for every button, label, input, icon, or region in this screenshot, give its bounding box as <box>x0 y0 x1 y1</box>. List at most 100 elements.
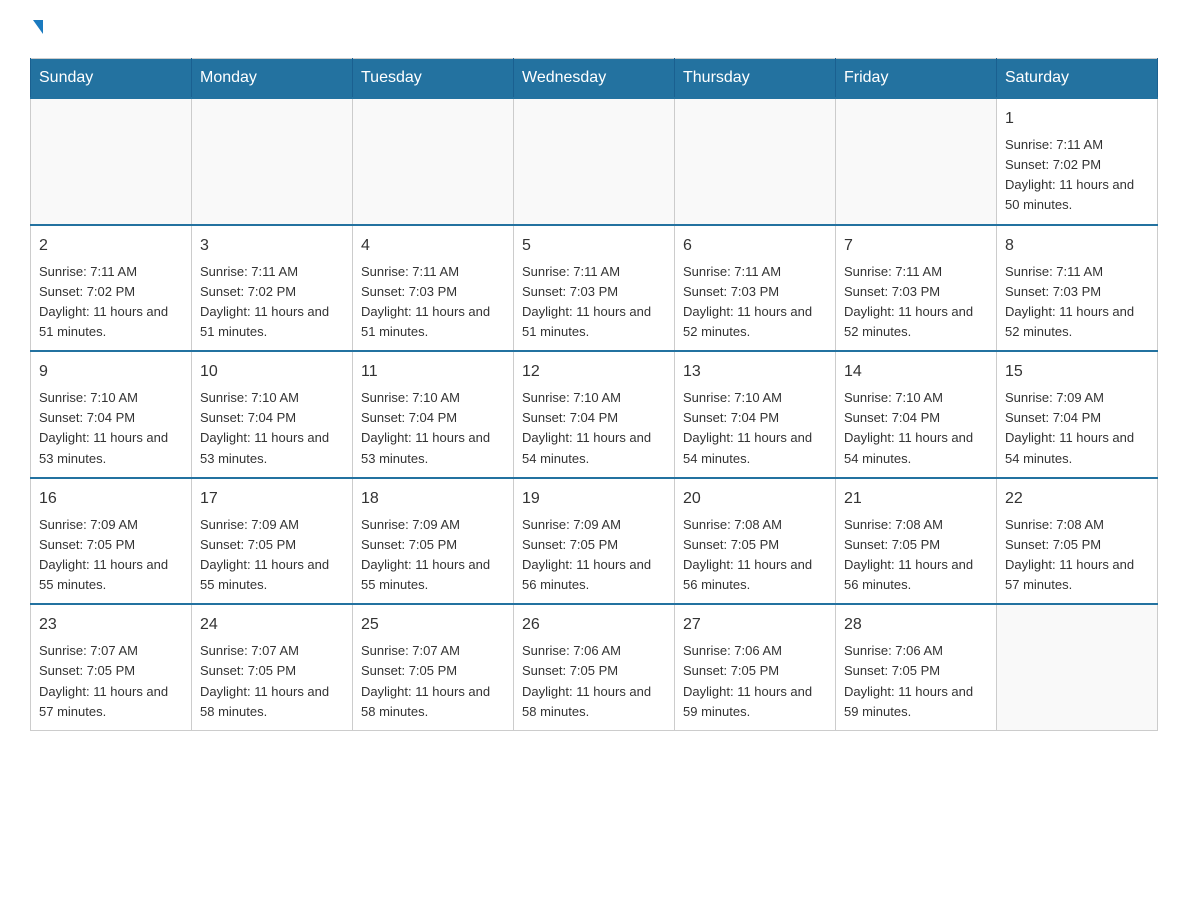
calendar-cell: 3 Sunrise: 7:11 AM Sunset: 7:02 PM Daylig… <box>192 225 353 352</box>
day-number: 12 <box>522 360 666 384</box>
calendar-cell: 24Sunrise: 7:07 AM Sunset: 7:05 PM Dayli… <box>192 604 353 730</box>
day-number: 15 <box>1005 360 1149 384</box>
header-saturday: Saturday <box>997 59 1158 99</box>
day-info: Sunrise: 7:08 AM Sunset: 7:05 PM Dayligh… <box>844 515 988 596</box>
day-number: 23 <box>39 613 183 637</box>
day-info: Sunrise: 7:07 AM Sunset: 7:05 PM Dayligh… <box>361 641 505 722</box>
week-row-2: 2 Sunrise: 7:11 AM Sunset: 7:02 PM Daylig… <box>31 225 1158 352</box>
calendar-cell: 18Sunrise: 7:09 AM Sunset: 7:05 PM Dayli… <box>353 478 514 605</box>
day-info: Sunrise: 7:10 AM Sunset: 7:04 PM Dayligh… <box>522 388 666 469</box>
day-number: 8 <box>1005 234 1149 258</box>
calendar-cell: 13 Sunrise: 7:10 AM Sunset: 7:04 PM Dayli… <box>675 351 836 478</box>
calendar-cell: 2 Sunrise: 7:11 AM Sunset: 7:02 PM Daylig… <box>31 225 192 352</box>
header-monday: Monday <box>192 59 353 99</box>
week-row-3: 9 Sunrise: 7:10 AM Sunset: 7:04 PM Daylig… <box>31 351 1158 478</box>
week-row-4: 16 Sunrise: 7:09 AM Sunset: 7:05 PM Dayli… <box>31 478 1158 605</box>
day-number: 21 <box>844 487 988 511</box>
day-number: 11 <box>361 360 505 384</box>
days-of-week-row: Sunday Monday Tuesday Wednesday Thursday… <box>31 59 1158 99</box>
page-header <box>30 20 1158 38</box>
calendar-cell: 7 Sunrise: 7:11 AM Sunset: 7:03 PM Daylig… <box>836 225 997 352</box>
day-number: 13 <box>683 360 827 384</box>
calendar-cell: 26 Sunrise: 7:06 AM Sunset: 7:05 PM Dayli… <box>514 604 675 730</box>
day-info: Sunrise: 7:06 AM Sunset: 7:05 PM Dayligh… <box>844 641 988 722</box>
day-info: Sunrise: 7:09 AM Sunset: 7:04 PM Dayligh… <box>1005 388 1149 469</box>
day-info: Sunrise: 7:08 AM Sunset: 7:05 PM Dayligh… <box>1005 515 1149 596</box>
header-tuesday: Tuesday <box>353 59 514 99</box>
day-number: 20 <box>683 487 827 511</box>
calendar-cell: 25 Sunrise: 7:07 AM Sunset: 7:05 PM Dayli… <box>353 604 514 730</box>
day-info: Sunrise: 7:11 AM Sunset: 7:03 PM Dayligh… <box>522 262 666 343</box>
day-number: 2 <box>39 234 183 258</box>
day-info: Sunrise: 7:11 AM Sunset: 7:02 PM Dayligh… <box>39 262 183 343</box>
day-number: 27 <box>683 613 827 637</box>
calendar-cell <box>675 98 836 225</box>
day-number: 14 <box>844 360 988 384</box>
day-info: Sunrise: 7:10 AM Sunset: 7:04 PM Dayligh… <box>361 388 505 469</box>
calendar-cell: 5 Sunrise: 7:11 AM Sunset: 7:03 PM Daylig… <box>514 225 675 352</box>
logo <box>30 20 43 38</box>
calendar-cell: 27 Sunrise: 7:06 AM Sunset: 7:05 PM Dayli… <box>675 604 836 730</box>
day-info: Sunrise: 7:11 AM Sunset: 7:03 PM Dayligh… <box>361 262 505 343</box>
day-info: Sunrise: 7:09 AM Sunset: 7:05 PM Dayligh… <box>522 515 666 596</box>
calendar-cell: 21 Sunrise: 7:08 AM Sunset: 7:05 PM Dayli… <box>836 478 997 605</box>
logo-arrow-icon <box>33 20 43 34</box>
calendar-cell: 12 Sunrise: 7:10 AM Sunset: 7:04 PM Dayli… <box>514 351 675 478</box>
calendar-cell <box>192 98 353 225</box>
calendar-cell: 10 Sunrise: 7:10 AM Sunset: 7:04 PM Dayli… <box>192 351 353 478</box>
calendar-cell: 23 Sunrise: 7:07 AM Sunset: 7:05 PM Dayli… <box>31 604 192 730</box>
header-thursday: Thursday <box>675 59 836 99</box>
day-number: 16 <box>39 487 183 511</box>
day-info: Sunrise: 7:09 AM Sunset: 7:05 PM Dayligh… <box>39 515 183 596</box>
header-friday: Friday <box>836 59 997 99</box>
day-number: 10 <box>200 360 344 384</box>
calendar-cell: 22 Sunrise: 7:08 AM Sunset: 7:05 PM Dayli… <box>997 478 1158 605</box>
week-row-5: 23 Sunrise: 7:07 AM Sunset: 7:05 PM Dayli… <box>31 604 1158 730</box>
header-sunday: Sunday <box>31 59 192 99</box>
day-number: 4 <box>361 234 505 258</box>
day-info: Sunrise: 7:11 AM Sunset: 7:02 PM Dayligh… <box>1005 135 1149 216</box>
calendar-cell: 16 Sunrise: 7:09 AM Sunset: 7:05 PM Dayli… <box>31 478 192 605</box>
calendar-cell: 20 Sunrise: 7:08 AM Sunset: 7:05 PM Dayli… <box>675 478 836 605</box>
calendar-cell: 6Sunrise: 7:11 AM Sunset: 7:03 PM Daylig… <box>675 225 836 352</box>
day-info: Sunrise: 7:11 AM Sunset: 7:03 PM Dayligh… <box>844 262 988 343</box>
day-number: 18 <box>361 487 505 511</box>
day-number: 5 <box>522 234 666 258</box>
day-number: 24 <box>200 613 344 637</box>
calendar-cell: 14 Sunrise: 7:10 AM Sunset: 7:04 PM Dayli… <box>836 351 997 478</box>
day-info: Sunrise: 7:10 AM Sunset: 7:04 PM Dayligh… <box>39 388 183 469</box>
day-number: 9 <box>39 360 183 384</box>
calendar-cell <box>353 98 514 225</box>
day-number: 19 <box>522 487 666 511</box>
day-number: 26 <box>522 613 666 637</box>
week-row-1: 1 Sunrise: 7:11 AM Sunset: 7:02 PM Daylig… <box>31 98 1158 225</box>
calendar-cell: 15 Sunrise: 7:09 AM Sunset: 7:04 PM Dayli… <box>997 351 1158 478</box>
calendar-cell: 11 Sunrise: 7:10 AM Sunset: 7:04 PM Dayli… <box>353 351 514 478</box>
day-info: Sunrise: 7:07 AM Sunset: 7:05 PM Dayligh… <box>39 641 183 722</box>
calendar-cell: 9 Sunrise: 7:10 AM Sunset: 7:04 PM Daylig… <box>31 351 192 478</box>
day-info: Sunrise: 7:10 AM Sunset: 7:04 PM Dayligh… <box>200 388 344 469</box>
day-number: 17 <box>200 487 344 511</box>
day-info: Sunrise: 7:06 AM Sunset: 7:05 PM Dayligh… <box>683 641 827 722</box>
day-number: 22 <box>1005 487 1149 511</box>
calendar-cell <box>997 604 1158 730</box>
day-info: Sunrise: 7:10 AM Sunset: 7:04 PM Dayligh… <box>683 388 827 469</box>
day-number: 25 <box>361 613 505 637</box>
day-info: Sunrise: 7:08 AM Sunset: 7:05 PM Dayligh… <box>683 515 827 596</box>
day-number: 7 <box>844 234 988 258</box>
day-number: 28 <box>844 613 988 637</box>
calendar-cell <box>514 98 675 225</box>
day-info: Sunrise: 7:09 AM Sunset: 7:05 PM Dayligh… <box>200 515 344 596</box>
day-info: Sunrise: 7:11 AM Sunset: 7:02 PM Dayligh… <box>200 262 344 343</box>
day-info: Sunrise: 7:11 AM Sunset: 7:03 PM Dayligh… <box>1005 262 1149 343</box>
day-number: 1 <box>1005 107 1149 131</box>
calendar-table: Sunday Monday Tuesday Wednesday Thursday… <box>30 58 1158 731</box>
day-info: Sunrise: 7:11 AM Sunset: 7:03 PM Dayligh… <box>683 262 827 343</box>
day-number: 3 <box>200 234 344 258</box>
day-info: Sunrise: 7:10 AM Sunset: 7:04 PM Dayligh… <box>844 388 988 469</box>
calendar-cell: 8 Sunrise: 7:11 AM Sunset: 7:03 PM Daylig… <box>997 225 1158 352</box>
day-info: Sunrise: 7:06 AM Sunset: 7:05 PM Dayligh… <box>522 641 666 722</box>
calendar-cell: 19 Sunrise: 7:09 AM Sunset: 7:05 PM Dayli… <box>514 478 675 605</box>
calendar-cell: 4 Sunrise: 7:11 AM Sunset: 7:03 PM Daylig… <box>353 225 514 352</box>
calendar-cell <box>31 98 192 225</box>
